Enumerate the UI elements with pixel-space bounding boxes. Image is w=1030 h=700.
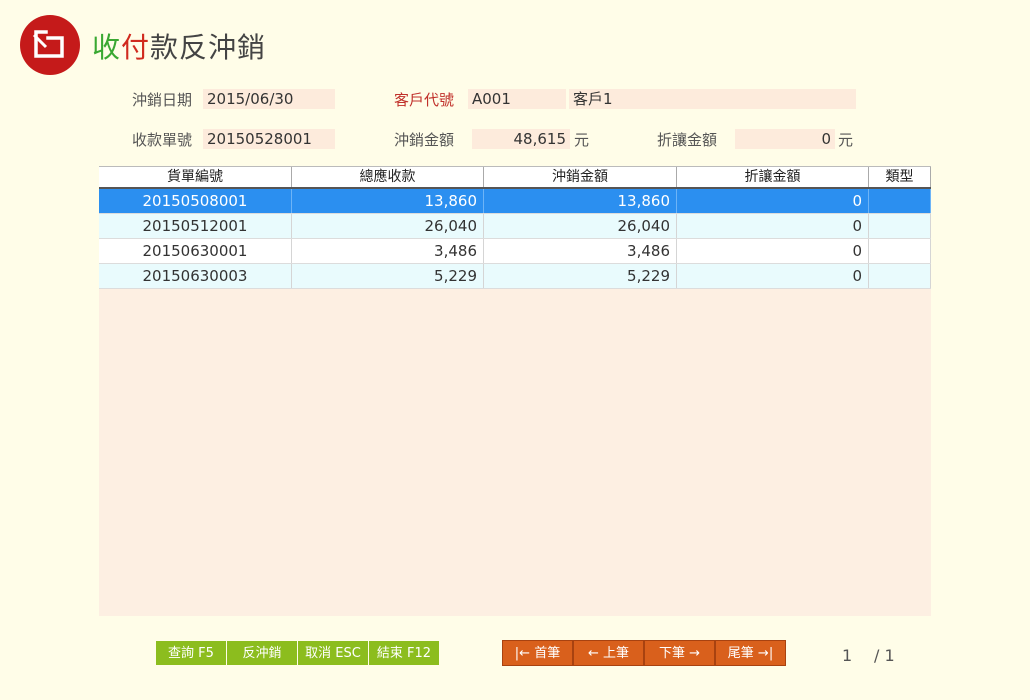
cell-type xyxy=(869,214,931,238)
cell-writeoff-amount: 26,040 xyxy=(484,214,677,238)
app-logo xyxy=(20,15,80,75)
receipt-no-field[interactable]: 20150528001 xyxy=(203,129,335,149)
customer-code-label: 客戶代號 xyxy=(394,91,455,109)
cell-writeoff-amount: 3,486 xyxy=(484,239,677,263)
cell-total-receivable: 13,860 xyxy=(292,189,484,213)
first-record-button[interactable]: |← 首筆 xyxy=(502,640,573,666)
col-header-discount-amount[interactable]: 折讓金額 xyxy=(677,167,869,187)
cell-writeoff-amount: 13,860 xyxy=(484,189,677,213)
cell-doc-no: 20150630001 xyxy=(99,239,292,263)
screen-icon xyxy=(32,30,64,58)
col-header-total-receivable[interactable]: 總應收款 xyxy=(292,167,484,187)
table-row[interactable]: 20150630003 5,229 5,229 0 xyxy=(99,264,931,289)
cell-type xyxy=(869,239,931,263)
cell-total-receivable: 26,040 xyxy=(292,214,484,238)
discount-unit: 元 xyxy=(838,131,854,149)
cell-writeoff-amount: 5,229 xyxy=(484,264,677,288)
col-header-type[interactable]: 類型 xyxy=(869,167,931,187)
writeoff-unit: 元 xyxy=(574,131,590,149)
table-row[interactable]: 20150508001 13,860 13,860 0 xyxy=(99,189,931,214)
query-button[interactable]: 查詢 F5 xyxy=(155,640,227,666)
next-record-button[interactable]: 下筆 → xyxy=(644,640,715,666)
cell-discount-amount: 0 xyxy=(677,214,869,238)
discount-field: 0 xyxy=(735,129,835,149)
page-title: 收付款反沖銷 xyxy=(92,31,267,64)
grid-header: 貨單編號 總應收款 沖銷金額 折讓金額 類型 xyxy=(99,166,931,189)
cell-discount-amount: 0 xyxy=(677,239,869,263)
prev-record-button[interactable]: ← 上筆 xyxy=(573,640,644,666)
cell-discount-amount: 0 xyxy=(677,189,869,213)
cell-discount-amount: 0 xyxy=(677,264,869,288)
writeoff-date-label: 沖銷日期 xyxy=(132,91,193,109)
table-row[interactable]: 20150512001 26,040 26,040 0 xyxy=(99,214,931,239)
writeoff-date-field[interactable]: 2015/06/30 xyxy=(203,89,335,109)
col-header-doc-no[interactable]: 貨單編號 xyxy=(99,167,292,187)
col-header-writeoff-amount[interactable]: 沖銷金額 xyxy=(484,167,677,187)
reverse-writeoff-button[interactable]: 反沖銷 xyxy=(226,640,298,666)
customer-name-field: 客戶1 xyxy=(569,89,856,109)
customer-code-field[interactable]: A001 xyxy=(468,89,566,109)
discount-label: 折讓金額 xyxy=(657,131,718,149)
detail-grid[interactable]: 貨單編號 總應收款 沖銷金額 折讓金額 類型 20150508001 13,86… xyxy=(99,166,931,616)
last-record-button[interactable]: 尾筆 →| xyxy=(715,640,786,666)
cell-doc-no: 20150630003 xyxy=(99,264,292,288)
cell-doc-no: 20150508001 xyxy=(99,189,292,213)
cell-doc-no: 20150512001 xyxy=(99,214,292,238)
receipt-no-label: 收款單號 xyxy=(132,131,193,149)
cell-total-receivable: 3,486 xyxy=(292,239,484,263)
cell-type xyxy=(869,264,931,288)
writeoff-amount-label: 沖銷金額 xyxy=(394,131,455,149)
exit-button[interactable]: 結束 F12 xyxy=(368,640,440,666)
pager-current: 1 xyxy=(842,646,853,665)
table-row[interactable]: 20150630001 3,486 3,486 0 xyxy=(99,239,931,264)
cell-type xyxy=(869,189,931,213)
writeoff-amount-field: 48,615 xyxy=(472,129,570,149)
pager-total: / 1 xyxy=(874,646,895,665)
cell-total-receivable: 5,229 xyxy=(292,264,484,288)
cancel-button[interactable]: 取消 ESC xyxy=(297,640,369,666)
